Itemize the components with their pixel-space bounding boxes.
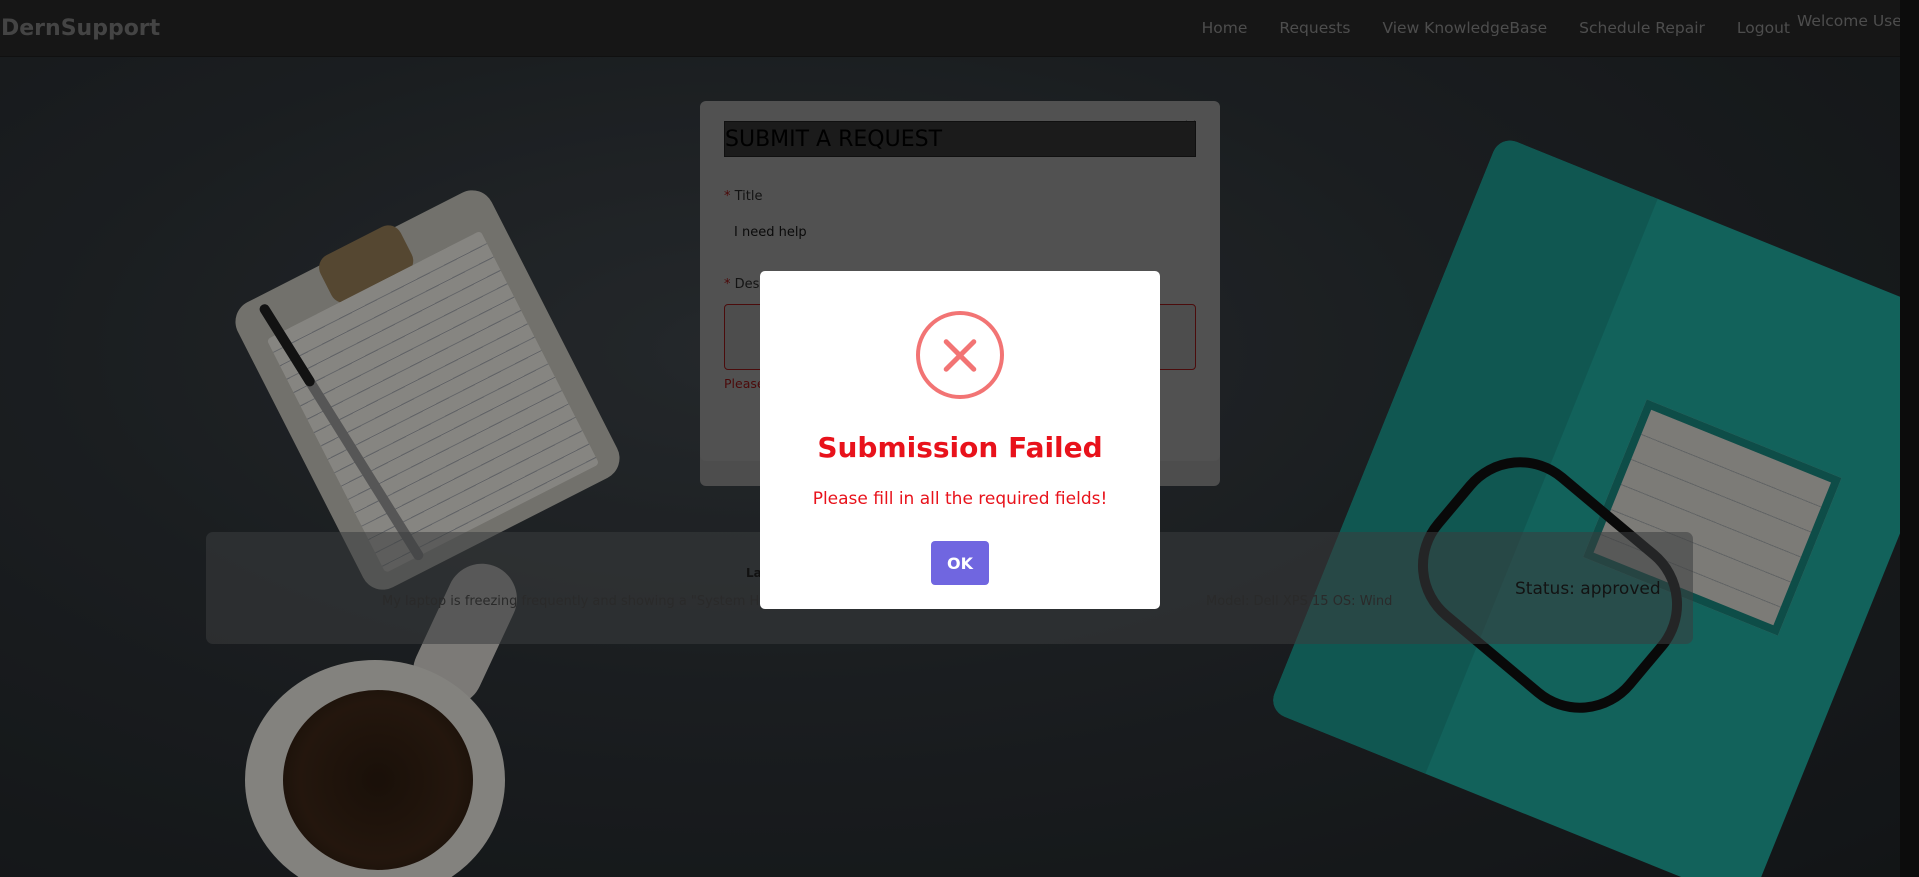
- error-alert-dialog: Submission Failed Please fill in all the…: [760, 271, 1160, 609]
- ok-button[interactable]: OK: [931, 541, 989, 585]
- alert-title: Submission Failed: [817, 431, 1103, 464]
- window-edge: [1900, 0, 1919, 877]
- error-x-icon: [916, 311, 1004, 399]
- alert-message: Please fill in all the required fields!: [812, 489, 1108, 509]
